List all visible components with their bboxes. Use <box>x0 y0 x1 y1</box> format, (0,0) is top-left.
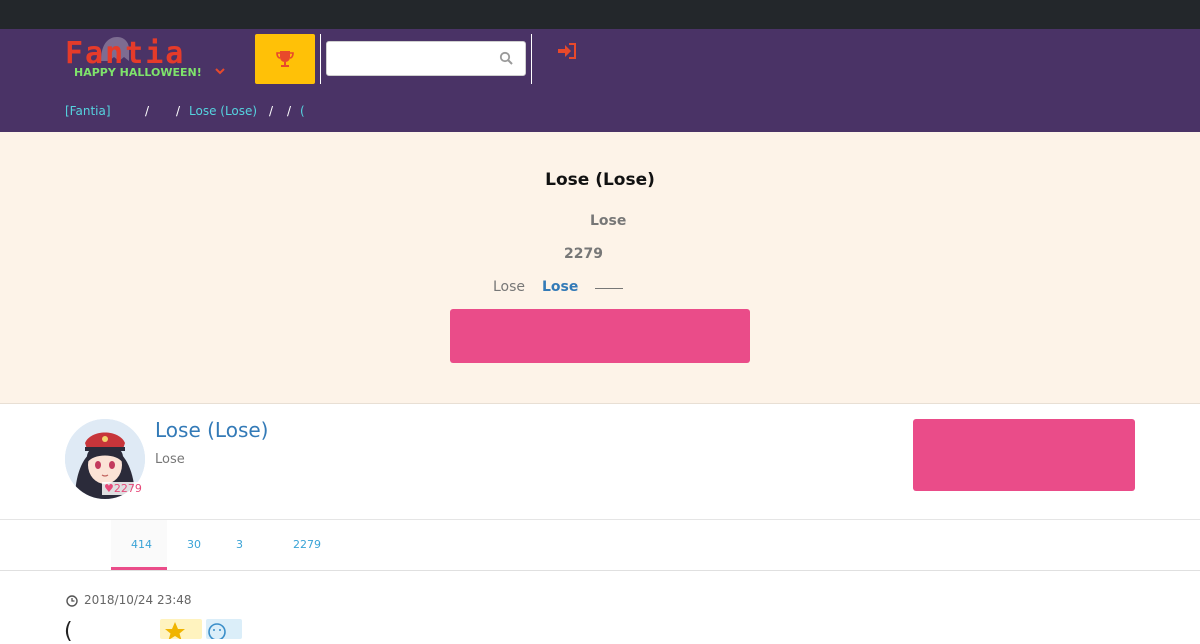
smile-icon <box>208 623 226 639</box>
hero-subtitle: Lose <box>590 213 627 229</box>
join-fanclub-button[interactable] <box>450 309 750 363</box>
smile-reaction-badge[interactable] <box>206 619 242 639</box>
tab-active-indicator <box>111 567 167 570</box>
follow-button[interactable] <box>913 419 1135 491</box>
site-logo[interactable]: Fantia HAPPY HALLOWEEN! <box>65 36 202 81</box>
hero-title: Lose (Lose) <box>545 170 655 190</box>
breadcrumb-item-creator[interactable]: Lose (Lose) <box>189 103 257 119</box>
breadcrumb-separator: / <box>287 104 292 118</box>
tab-fans[interactable]: 2279 <box>293 538 321 552</box>
breadcrumb-item-current[interactable]: ( <box>300 103 305 119</box>
header-divider <box>320 34 321 84</box>
tab-products[interactable]: 30 <box>187 538 201 552</box>
breadcrumb-separator: / <box>176 104 181 118</box>
search-input[interactable] <box>327 42 508 75</box>
top-bar <box>0 0 1200 29</box>
tab-posts[interactable]: 414 <box>131 538 152 552</box>
ranking-button[interactable] <box>255 34 315 84</box>
heart-icon: ♥ <box>104 482 114 495</box>
breadcrumb-separator: / <box>145 104 150 118</box>
star-icon <box>165 622 185 639</box>
post-date: 2018/10/24 23:48 <box>84 593 192 607</box>
breadcrumb-separator: / <box>269 104 274 118</box>
like-count: 2279 <box>113 482 142 495</box>
clock-icon <box>66 595 78 607</box>
star-reaction-badge[interactable] <box>160 619 202 639</box>
avatar-like-count: ♥2279 <box>102 482 144 495</box>
chevron-down-icon[interactable] <box>214 66 226 76</box>
logo-tagline: HAPPY HALLOWEEN! <box>74 66 202 79</box>
hero-fan-count: 2279 <box>564 246 603 262</box>
search-box[interactable] <box>326 41 526 76</box>
tab-plans[interactable]: 3 <box>236 538 243 552</box>
profile-subtitle: Lose <box>155 452 185 467</box>
breadcrumb-item-home[interactable]: [Fantia] <box>65 103 111 119</box>
sign-in-icon[interactable] <box>557 42 577 60</box>
header-divider <box>531 34 532 84</box>
post-title-start: ( <box>64 619 73 644</box>
tab-bar <box>0 520 1200 571</box>
trophy-icon <box>276 51 294 67</box>
hero-link-active[interactable]: Lose <box>542 279 578 295</box>
logo-wordmark: Fantia <box>65 36 186 71</box>
hero-link-plain[interactable]: Lose <box>493 279 525 295</box>
search-icon[interactable] <box>499 51 513 65</box>
profile-name[interactable]: Lose (Lose) <box>155 418 268 442</box>
hero-link-underline[interactable] <box>595 287 623 289</box>
